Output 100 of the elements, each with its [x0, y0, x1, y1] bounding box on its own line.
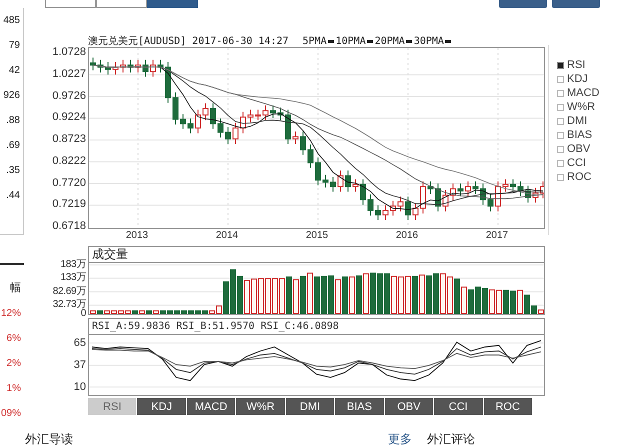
- candlestick: [240, 111, 246, 134]
- checkbox-label[interactable]: KDJ: [567, 73, 588, 85]
- candlestick: [278, 107, 284, 121]
- candlestick: [285, 109, 291, 145]
- legend-label: 30PMA: [414, 36, 444, 46]
- section-title: 外汇评论: [427, 431, 475, 448]
- panel-title: 成交量: [92, 246, 128, 263]
- legend-label: 5PMA: [302, 36, 327, 46]
- checkbox[interactable]: [557, 160, 564, 166]
- candlestick: [412, 202, 418, 220]
- change-text: 12%: [0, 307, 22, 321]
- candlestick: [338, 170, 344, 192]
- year-label: 2013: [126, 230, 148, 241]
- axis-label: 1.0227: [52, 68, 86, 80]
- checkbox[interactable]: [557, 104, 564, 110]
- axis-label: 0: [80, 309, 86, 319]
- checkbox-label[interactable]: BIAS: [567, 129, 592, 141]
- candlestick: [180, 114, 186, 130]
- checkbox[interactable]: [557, 90, 564, 96]
- indicator-tab[interactable]: W%R: [236, 398, 286, 415]
- checkbox-label[interactable]: DMI: [567, 115, 588, 127]
- checkbox-label[interactable]: OBV: [567, 143, 590, 155]
- candlestick: [502, 178, 508, 192]
- candlestick: [262, 104, 268, 121]
- checkbox[interactable]: [557, 174, 564, 180]
- year-label: 2014: [216, 230, 238, 241]
- candlestick: [435, 183, 441, 212]
- candlestick: [540, 180, 545, 199]
- axis-label: 0.9726: [52, 90, 86, 102]
- candlestick: [450, 183, 456, 201]
- candlestick: [472, 180, 478, 194]
- legend-dash-icon: [366, 40, 373, 42]
- candlestick: [465, 180, 471, 197]
- checkbox-label[interactable]: ROC: [567, 171, 592, 183]
- axis-label: 0.9224: [52, 111, 86, 124]
- value-text: .69: [5, 139, 21, 153]
- candlestick: [382, 204, 388, 220]
- indicator-tab[interactable]: BIAS: [335, 398, 385, 415]
- chart-title: 澳元兑美元[AUDUSD] 2017-06-30 14:27: [88, 34, 289, 48]
- candlestick: [270, 104, 276, 119]
- indicator-tab[interactable]: CCI: [434, 398, 484, 415]
- value-text: .44: [5, 189, 21, 203]
- candlestick: [375, 204, 381, 220]
- candlestick: [330, 176, 336, 192]
- value-text: 42: [8, 64, 21, 78]
- candlestick: [135, 59, 141, 73]
- axis-label: 183万: [60, 260, 86, 270]
- year-label: 2015: [306, 230, 328, 241]
- tab[interactable]: [45, 0, 96, 8]
- axis-label: 0.8723: [52, 133, 86, 145]
- candlestick: [390, 200, 396, 216]
- candlestick: [195, 109, 201, 134]
- candlestick: [488, 194, 494, 212]
- candlestick: [300, 130, 306, 156]
- tab[interactable]: [96, 0, 147, 8]
- button[interactable]: [499, 0, 547, 8]
- candlestick: [352, 178, 358, 192]
- axis-label: 1.0728: [52, 46, 86, 58]
- change-text: 2%: [6, 357, 22, 371]
- candlestick: [165, 62, 171, 104]
- candlestick: [510, 178, 516, 192]
- axis-label: 0.7219: [52, 198, 86, 210]
- checkbox-label[interactable]: RSI: [567, 59, 586, 71]
- axis-label: 32.73万: [52, 300, 86, 310]
- indicator-tab[interactable]: ROC: [484, 398, 533, 415]
- checkbox[interactable]: [557, 76, 564, 82]
- checkbox-label[interactable]: W%R: [567, 101, 596, 113]
- indicator-tab[interactable]: MACD: [186, 398, 236, 415]
- column-header: 幅: [9, 281, 22, 296]
- checkbox[interactable]: [557, 132, 564, 138]
- year-label: 2017: [486, 230, 508, 241]
- axis-label: 0.7720: [52, 176, 86, 188]
- button[interactable]: [552, 0, 600, 8]
- indicator-tab[interactable]: DMI: [286, 398, 336, 415]
- checkbox-label[interactable]: MACD: [567, 87, 600, 99]
- candlestick: [105, 62, 111, 76]
- legend-dash-icon: [328, 40, 334, 42]
- candlestick: [458, 183, 464, 197]
- candlestick: [360, 178, 366, 206]
- checkbox[interactable]: [557, 62, 564, 68]
- axis-label: 0.6718: [52, 220, 86, 232]
- candlestick: [405, 196, 411, 220]
- candlestick: [428, 180, 434, 194]
- candlestick: [315, 157, 321, 186]
- candlestick: [518, 180, 524, 197]
- candlestick: [232, 122, 238, 145]
- candlestick: [292, 130, 298, 145]
- legend-dash-icon: [406, 40, 412, 42]
- indicator-tab[interactable]: RSI: [88, 398, 138, 415]
- legend-label: 10PMA: [336, 36, 366, 46]
- candlestick: [495, 180, 501, 212]
- checkbox[interactable]: [557, 118, 564, 124]
- more-link[interactable]: 更多: [388, 431, 412, 448]
- indicator-tab[interactable]: OBV: [384, 398, 434, 415]
- indicator-tab[interactable]: KDJ: [137, 398, 187, 415]
- legend-label: 20PMA: [374, 36, 405, 46]
- candlestick: [202, 102, 208, 121]
- indicator-reading: RSI_B:51.9570: [176, 321, 255, 332]
- checkbox[interactable]: [557, 146, 564, 152]
- checkbox-label[interactable]: CCI: [567, 157, 586, 169]
